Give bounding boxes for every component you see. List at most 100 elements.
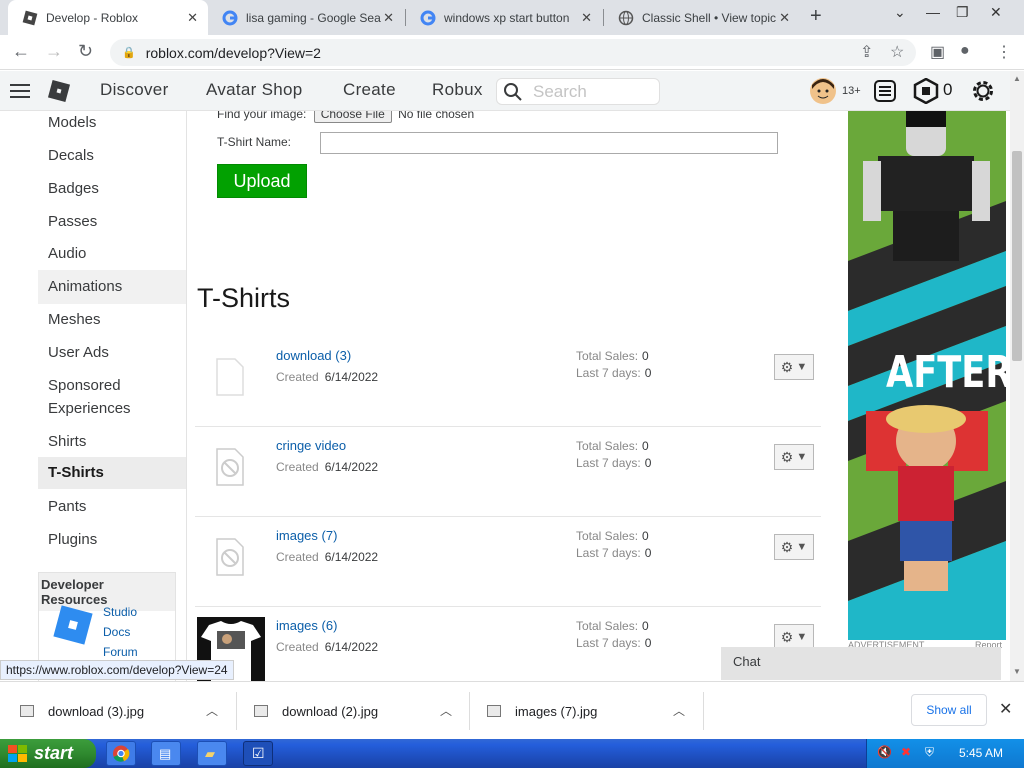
sidebar-item-models[interactable]: Models [38,111,186,134]
list-item: download (3) Created 6/14/2022 Total Sale… [195,337,821,427]
menu-kebab-icon[interactable]: ⋮ [996,42,1012,62]
back-icon[interactable]: ← [12,41,30,62]
system-tray: 🔇 ✖ ⛨ 5:45 AM [866,739,1024,768]
profile-icon[interactable]: ● [960,42,970,60]
forum-link[interactable]: Forum [103,645,138,659]
nav-avatar-shop[interactable]: Avatar Shop [206,80,303,100]
robux-balance: 0 [943,80,953,99]
close-tab-icon[interactable]: ✕ [187,10,198,26]
taskbar-chrome[interactable] [106,741,136,766]
share-icon[interactable]: ⇪ [860,42,873,62]
security-icon[interactable]: ⛨ [925,745,934,760]
robux-icon[interactable] [913,78,939,104]
sidebar-item-shirts[interactable]: Shirts [38,430,186,453]
chat-widget[interactable]: Chat [721,647,1001,680]
settings-gear-icon[interactable] [970,78,996,104]
nav-robux[interactable]: Robux [432,80,483,100]
dropdown-arrow-icon: ▼ [796,631,808,643]
restore-icon[interactable]: ❐ [956,4,969,21]
close-tab-icon[interactable]: ✕ [779,10,790,26]
new-tab-icon[interactable]: + [810,5,822,28]
search-input[interactable]: Search [496,78,660,105]
close-downloads-icon[interactable]: ✕ [999,699,1012,719]
sidebar-item-meshes[interactable]: Meshes [38,308,186,331]
sidebar-item-badges[interactable]: Badges [38,177,186,200]
last-7-days: Last 7 days: 0 [576,636,651,650]
sidebar-item-plugins[interactable]: Plugins [38,528,186,551]
no-file-chosen-text: No file chosen [398,111,475,121]
tab-search-icon[interactable]: ⌄ [894,4,906,21]
scroll-down-icon[interactable]: ▼ [1013,667,1021,676]
advertisement-banner[interactable]: AFTER [848,111,1006,640]
item-name-link[interactable]: download (3) [276,348,351,363]
t-shirt-name-label: T-Shirt Name: [217,135,292,149]
sidebar-item-decals[interactable]: Decals [38,144,186,167]
sidebar-item-passes[interactable]: Passes [38,210,186,233]
sidebar-item-animations[interactable]: Animations [38,270,186,304]
gear-icon: ⚙ [780,628,794,645]
hamburger-menu-icon[interactable] [10,83,30,99]
taskbar-app-folder[interactable]: ▰ [197,741,227,766]
volume-muted-icon[interactable]: 🔇 [877,745,892,759]
item-settings-button[interactable]: ⚙ ▼ [774,534,814,560]
page-scrollbar[interactable]: ▲ ▼ [1010,71,1024,681]
minimize-icon[interactable]: — [926,4,940,20]
tab-google-search-lisa[interactable]: lisa gaming - Google Sea ✕ [208,0,404,35]
last-7-days-value: 0 [644,636,652,650]
item-name-link[interactable]: images (6) [276,618,337,633]
download-filename: download (3).jpg [48,703,145,719]
close-tab-icon[interactable]: ✕ [581,10,592,26]
reload-icon[interactable]: ↻ [78,41,93,62]
item-name-link[interactable]: images (7) [276,528,337,543]
item-name-link[interactable]: cringe video [276,438,346,453]
sidebar-item-sponsored-experiences[interactable]: Sponsored Experiences [38,374,158,420]
notifications-list-icon[interactable] [873,79,897,103]
close-tab-icon[interactable]: ✕ [383,10,394,26]
item-settings-button[interactable]: ⚙ ▼ [774,354,814,380]
chevron-up-icon[interactable]: ︿ [673,702,685,719]
sidebar-item-t-shirts[interactable]: T-Shirts [38,457,186,489]
download-item[interactable]: download (2).jpg ︿ [254,682,464,740]
dropdown-arrow-icon: ▼ [796,451,808,463]
tab-google-search-xp[interactable]: windows xp start button ✕ [406,0,602,35]
docs-link[interactable]: Docs [103,625,130,639]
download-item[interactable]: images (7).jpg ︿ [487,682,697,740]
roblox-favicon-icon [22,10,38,25]
last-7-days: Last 7 days: 0 [576,456,651,470]
download-filename: images (7).jpg [515,703,598,719]
total-sales: Total Sales: 0 [576,349,649,363]
taskbar-app-active[interactable]: ☑ [243,741,273,766]
close-window-icon[interactable]: ✕ [990,4,1002,21]
network-error-icon[interactable]: ✖ [901,745,911,759]
t-shirt-name-input[interactable] [320,132,778,154]
sidebar-item-pants[interactable]: Pants [38,495,186,518]
upload-button[interactable]: Upload [217,164,307,198]
choose-file-button[interactable]: Choose File [313,111,392,123]
download-item[interactable]: download (3).jpg ︿ [20,682,230,740]
sidebar-item-user-ads[interactable]: User Ads [38,341,186,364]
studio-link[interactable]: Studio [103,605,137,619]
side-panel-icon[interactable]: ▣ [930,42,945,62]
scrollbar-thumb[interactable] [1012,151,1022,361]
taskbar-app-computer[interactable]: ▤ [151,741,181,766]
windows-logo-icon [8,744,27,762]
start-button[interactable]: start [0,739,96,768]
nav-discover[interactable]: Discover [100,80,169,100]
status-bubble: https://www.roblox.com/develop?View=24 [0,660,234,680]
sidebar-item-audio[interactable]: Audio [38,242,186,265]
bookmark-star-icon[interactable]: ☆ [890,42,904,62]
tab-classic-shell[interactable]: Classic Shell • View topic ✕ [604,0,800,35]
scroll-up-icon[interactable]: ▲ [1013,74,1021,83]
roblox-logo-icon[interactable] [47,79,71,103]
start-label: start [34,743,74,763]
forward-icon[interactable]: → [45,41,63,62]
address-bar[interactable]: 🔒 roblox.com/develop?View=2 [110,39,916,66]
nav-create[interactable]: Create [343,80,396,100]
tab-develop-roblox[interactable]: Develop - Roblox ✕ [8,0,208,35]
item-settings-button[interactable]: ⚙ ▼ [774,444,814,470]
avatar[interactable] [809,77,837,105]
chevron-up-icon[interactable]: ︿ [206,702,218,719]
show-all-button[interactable]: Show all [911,694,987,726]
last-7-days-label: Last 7 days: [576,456,641,470]
chevron-up-icon[interactable]: ︿ [440,702,452,719]
